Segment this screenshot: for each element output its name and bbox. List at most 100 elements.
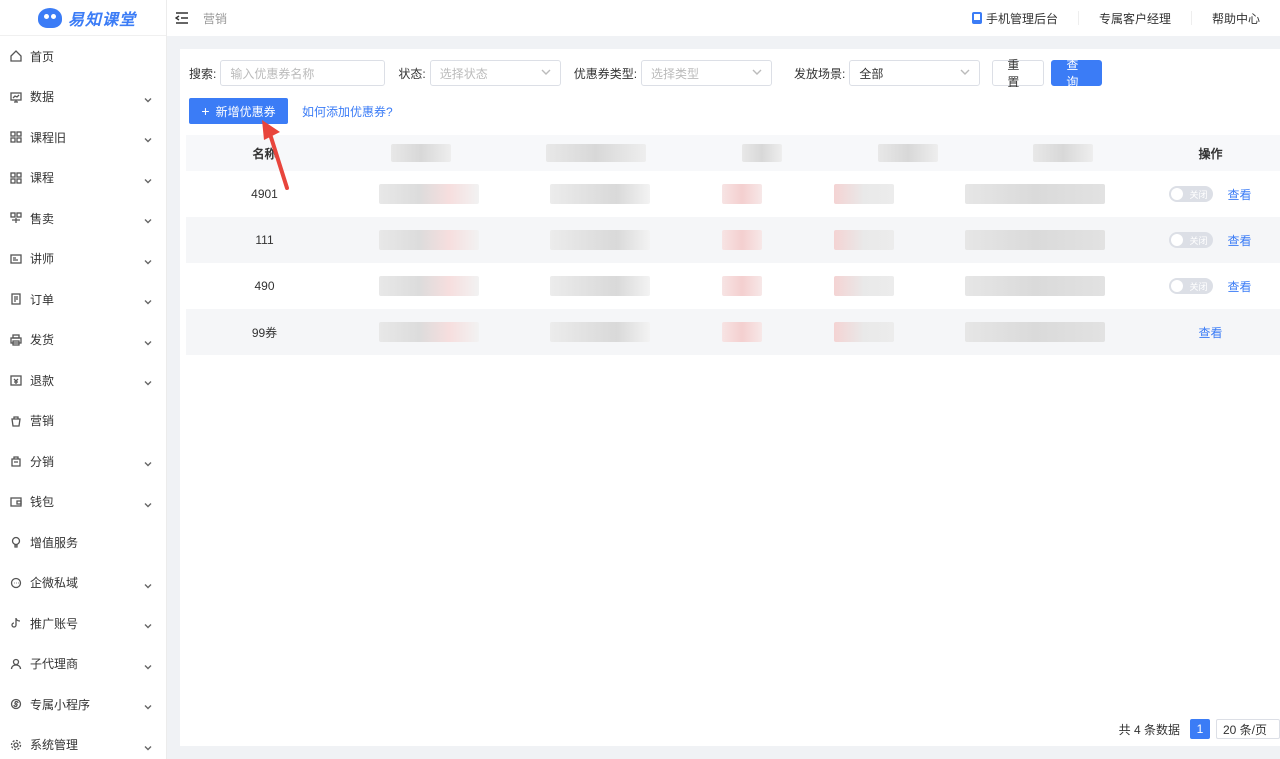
scene-select[interactable]: 全部 (849, 60, 981, 86)
scene-value: 全部 (859, 66, 884, 81)
share-bag-icon (10, 455, 22, 467)
logo[interactable]: 易知课堂 (0, 0, 166, 36)
coupon-name: 490 (254, 279, 275, 293)
status-toggle[interactable]: 关闭 (1169, 278, 1214, 294)
status-toggle[interactable]: 关闭 (1169, 232, 1214, 248)
chevron-down-icon (144, 619, 152, 629)
coupon-table: 名称 操作 4901 关闭 查看 111 关闭 查看 490 关闭 查看 99券 查看 (186, 135, 1280, 355)
coupon-name: 111 (255, 233, 274, 247)
sidebar-item[interactable]: 系统管理 (0, 725, 166, 759)
blurred-cell (550, 276, 651, 296)
sidebar-item[interactable]: 首页 (0, 36, 166, 77)
reset-button[interactable]: 重 置 (992, 58, 1045, 89)
sidebar-item-label: 讲师 (30, 252, 55, 267)
total-count: 共 4 条数据 (1118, 722, 1180, 737)
page-number-current[interactable]: 1 (1190, 719, 1210, 739)
order-icon (10, 293, 22, 305)
sidebar-item-label: 分销 (30, 454, 55, 469)
row-actions: 关闭 查看 (1141, 186, 1280, 203)
sidebar-item[interactable]: 分销 (0, 441, 166, 482)
chevron-down-icon (752, 66, 762, 80)
table-body: 4901 关闭 查看 111 关闭 查看 490 关闭 查看 99券 查看 (186, 171, 1280, 355)
wallet-icon (10, 496, 22, 508)
account-manager-link[interactable]: 专属客户经理 (1077, 11, 1191, 26)
mobile-admin-label: 手机管理后台 (985, 11, 1058, 26)
blurred-cell (965, 276, 1106, 296)
pagination: 共 4 条数据 1 20 条/页 (1119, 719, 1280, 739)
refund-icon (10, 374, 22, 386)
blurred-row-cells (343, 309, 1141, 355)
chevron-down-icon (144, 295, 152, 305)
view-link[interactable]: 查看 (1227, 278, 1251, 295)
help-center-link[interactable]: 帮助中心 (1190, 11, 1280, 26)
query-button[interactable]: 查 询 (1051, 58, 1103, 89)
how-to-add-coupon-link[interactable]: 如何添加优惠券? (302, 103, 393, 120)
toggle-label: 关闭 (1189, 282, 1208, 292)
blurred-cell (550, 230, 651, 250)
logo-mascot-icon (38, 7, 62, 28)
sidebar-item-label: 子代理商 (30, 657, 79, 672)
breadcrumb: 营销 (203, 11, 228, 26)
row-actions: 关闭 查看 (1141, 278, 1280, 295)
view-link[interactable]: 查看 (1198, 324, 1222, 341)
sidebar-item[interactable]: 讲师 (0, 239, 166, 280)
blurred-header-cell (1033, 144, 1094, 162)
sidebar-item-label: 企微私域 (30, 576, 79, 591)
sidebar-item[interactable]: 退款 (0, 360, 166, 401)
sidebar-item-label: 售卖 (30, 211, 55, 226)
chevron-down-icon (144, 498, 152, 508)
grid-icon (10, 131, 22, 143)
sidebar-item[interactable]: 订单 (0, 279, 166, 320)
teacher-icon (10, 253, 22, 265)
chevron-down-icon (144, 376, 152, 386)
sidebar-item-label: 增值服务 (30, 535, 79, 550)
sidebar-item[interactable]: 钱包 (0, 482, 166, 523)
blurred-cell (965, 184, 1106, 204)
blurred-row-cells (343, 171, 1141, 217)
blurred-cell (378, 276, 479, 296)
menu-fold-icon[interactable] (175, 11, 189, 25)
status-select[interactable]: 选择状态 (429, 60, 561, 86)
sidebar-item[interactable]: 数据 (0, 77, 166, 118)
plus-icon: + (201, 103, 210, 119)
sidebar-item[interactable]: 售卖 (0, 198, 166, 239)
chevron-down-icon (144, 579, 152, 589)
table-row: 111 关闭 查看 (186, 217, 1280, 263)
shop-icon (10, 212, 22, 224)
blurred-cell (378, 230, 479, 250)
search-input[interactable]: 输入优惠券名称 (220, 60, 386, 86)
sidebar-item[interactable]: 增值服务 (0, 522, 166, 563)
sidebar-item[interactable]: 营销 (0, 401, 166, 442)
sidebar: 易知课堂 首页数据 课程旧 课程售卖讲师订单 发货 退款 营销分销钱包增值服务企微私域推广… (0, 0, 167, 759)
sidebar-item-label: 首页 (30, 49, 55, 64)
sidebar-item[interactable]: 发货 (0, 320, 166, 361)
sidebar-item[interactable]: 推广账号 (0, 603, 166, 644)
main-panel: 搜索: 输入优惠券名称 状态: 选择状态 优惠券类型: 选择类型 发放场景: 全… (180, 49, 1280, 746)
chevron-down-icon (541, 66, 551, 80)
status-toggle[interactable]: 关闭 (1169, 186, 1214, 202)
user-icon (10, 658, 22, 670)
blurred-header-cell (741, 144, 782, 162)
mobile-admin-link[interactable]: 手机管理后台 (952, 11, 1078, 26)
blurred-cell (833, 230, 894, 250)
blurred-cell (833, 276, 894, 296)
page-size-select[interactable]: 20 条/页 (1216, 719, 1280, 739)
blurred-cell (965, 322, 1106, 342)
view-link[interactable]: 查看 (1227, 232, 1251, 249)
add-coupon-label: 新增优惠券 (215, 104, 276, 119)
chevron-down-icon (960, 66, 970, 80)
bag-icon (10, 415, 22, 427)
coupon-type-select[interactable]: 选择类型 (641, 60, 773, 86)
blurred-cell (550, 322, 651, 342)
gear-icon (10, 739, 22, 751)
filter-bar: 搜索: 输入优惠券名称 状态: 选择状态 优惠券类型: 选择类型 发放场景: 全… (189, 58, 1103, 89)
chevron-down-icon (144, 457, 152, 467)
sidebar-item[interactable]: 子代理商 (0, 644, 166, 685)
sidebar-item[interactable]: 专属小程序 (0, 684, 166, 725)
status-label: 状态: (398, 66, 426, 81)
sidebar-item[interactable]: 课程 (0, 158, 166, 199)
table-header: 名称 操作 (186, 135, 1280, 171)
sidebar-item[interactable]: 课程旧 (0, 117, 166, 158)
sidebar-item[interactable]: 企微私域 (0, 563, 166, 604)
view-link[interactable]: 查看 (1227, 186, 1251, 203)
